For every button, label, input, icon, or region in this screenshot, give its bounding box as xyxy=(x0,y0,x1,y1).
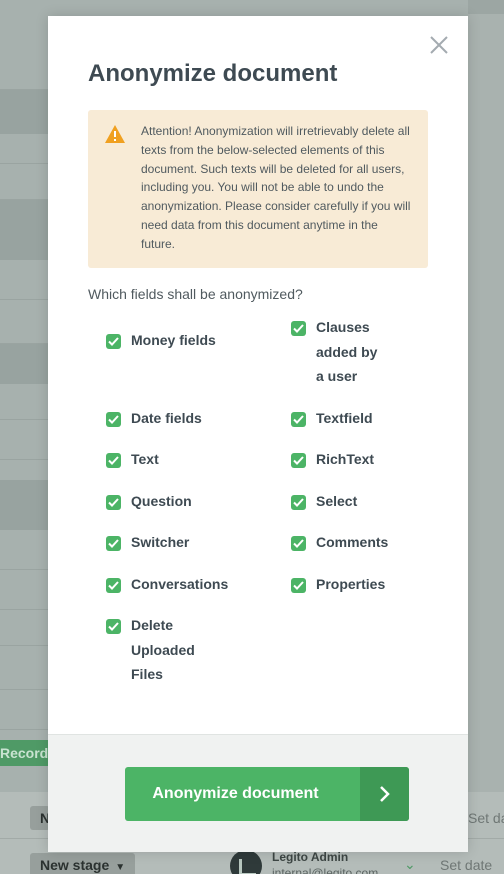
warning-alert: Attention! Anonymization will irretrieva… xyxy=(88,110,428,268)
checkbox-check-icon xyxy=(106,453,121,468)
set-date-dropdown[interactable]: Set date xyxy=(440,857,492,873)
checkbox-check-icon xyxy=(106,578,121,593)
user-name: Legito Admin xyxy=(272,850,349,864)
checkbox-conversations[interactable]: Conversations xyxy=(106,576,251,597)
checkbox-label: Switcher xyxy=(131,534,190,550)
checkbox-label: Money fields xyxy=(131,332,216,348)
checkbox-check-icon xyxy=(106,536,121,551)
checkbox-properties[interactable]: Properties xyxy=(291,576,396,597)
checkbox-date-fields[interactable]: Date fields xyxy=(106,410,221,431)
checkbox-label: Properties xyxy=(316,576,386,592)
dialog-title: Anonymize document xyxy=(88,60,338,87)
checkbox-label: Clauses added by a user xyxy=(316,319,378,384)
checkbox-label: Textfield xyxy=(316,410,373,426)
checkbox-check-icon xyxy=(106,619,121,634)
checkbox-switcher[interactable]: Switcher xyxy=(106,534,221,555)
checkbox-delete-uploaded-files[interactable]: Delete Uploaded Files xyxy=(106,617,207,687)
checkbox-check-icon xyxy=(291,536,306,551)
checkbox-check-icon xyxy=(291,495,306,510)
stage-label: New stage xyxy=(40,857,110,873)
checkbox-clauses-added[interactable]: Clauses added by a user xyxy=(291,319,388,389)
checkbox-textfield[interactable]: Textfield xyxy=(291,410,396,431)
set-date-dropdown[interactable]: Set date xyxy=(468,810,504,826)
checkbox-label: Text xyxy=(131,451,159,467)
avatar xyxy=(230,850,262,874)
button-label: Anonymize document xyxy=(152,785,319,802)
warning-text: Attention! Anonymization will irretrieva… xyxy=(141,124,411,251)
checkbox-comments[interactable]: Comments xyxy=(291,534,396,555)
checkbox-select[interactable]: Select xyxy=(291,493,396,514)
checkbox-label: RichText xyxy=(316,451,375,467)
checkbox-check-icon xyxy=(291,412,306,427)
chevron-down-icon[interactable]: ⌄ xyxy=(404,856,416,873)
fields-question: Which fields shall be anonymized? xyxy=(88,286,303,302)
checkbox-money-fields[interactable]: Money fields xyxy=(106,332,221,353)
checkbox-label: Select xyxy=(316,493,358,509)
checkbox-check-icon xyxy=(291,321,306,336)
warning-icon xyxy=(104,124,126,144)
record-button[interactable]: Record xyxy=(0,740,48,766)
user-email: internal@legito.com xyxy=(272,866,379,874)
close-icon[interactable] xyxy=(428,34,450,56)
checkbox-label: Date fields xyxy=(131,410,202,426)
checkbox-check-icon xyxy=(291,453,306,468)
dialog-footer: Anonymize document xyxy=(48,734,468,852)
checkbox-check-icon xyxy=(291,578,306,593)
checkbox-richtext[interactable]: RichText xyxy=(291,451,396,472)
checkbox-label: Conversations xyxy=(131,576,229,592)
stage-dropdown[interactable]: N xyxy=(30,806,50,830)
chevron-down-icon: ▼ xyxy=(115,862,126,873)
checkbox-check-icon xyxy=(106,412,121,427)
stage-dropdown[interactable]: New stage ▼ xyxy=(30,853,136,874)
background-right-panel xyxy=(468,0,504,874)
anonymize-document-button[interactable]: Anonymize document xyxy=(125,767,409,821)
anonymize-dialog: Anonymize document Attention! Anonymizat… xyxy=(48,16,468,852)
checkbox-check-icon xyxy=(106,495,121,510)
checkbox-label: Comments xyxy=(316,534,389,550)
checkbox-label: Question xyxy=(131,493,192,509)
checkbox-question[interactable]: Question xyxy=(106,493,221,514)
checkbox-check-icon xyxy=(106,334,121,349)
chevron-right-icon xyxy=(360,767,409,821)
checkbox-label: Delete Uploaded Files xyxy=(131,617,195,682)
checkbox-text[interactable]: Text xyxy=(106,451,221,472)
